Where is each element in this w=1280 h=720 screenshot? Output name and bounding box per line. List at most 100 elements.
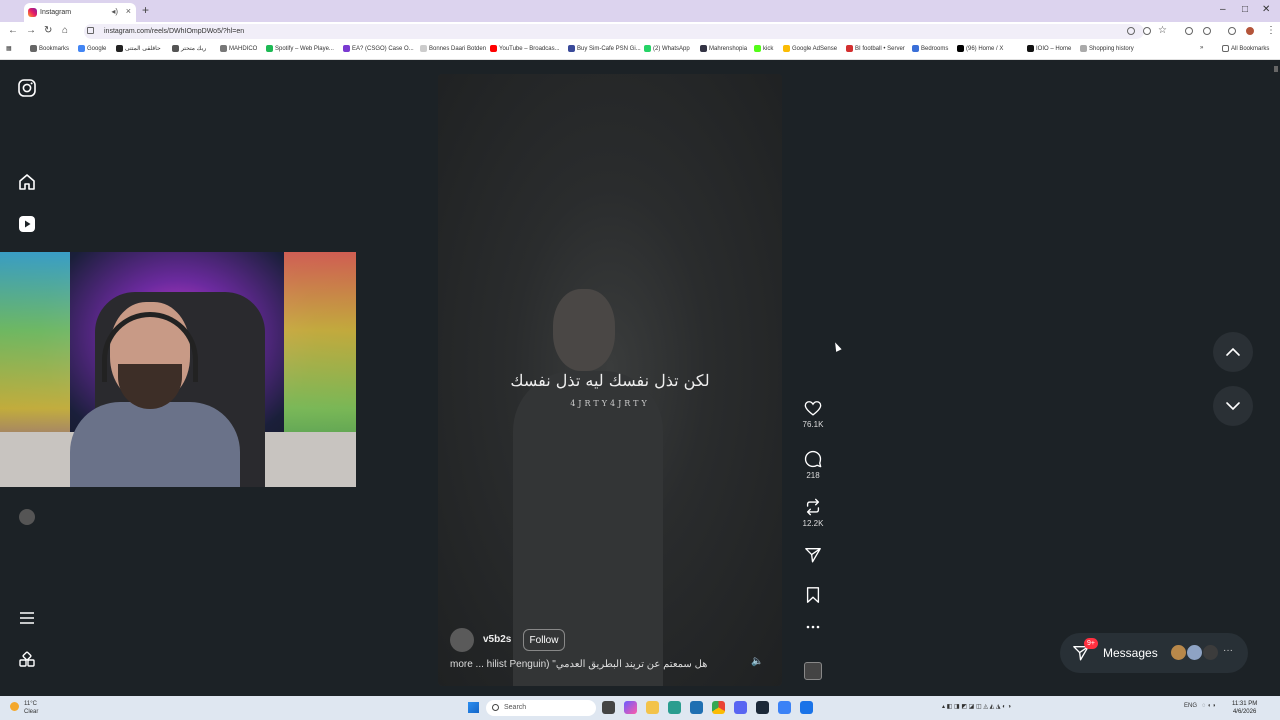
reel-author-username[interactable]: v5b2s xyxy=(483,634,511,645)
next-reel-button[interactable] xyxy=(1213,386,1253,426)
repost-count: 12.2K xyxy=(802,519,824,528)
share-icon[interactable] xyxy=(804,546,822,564)
site-info-icon[interactable] xyxy=(87,27,94,34)
all-bookmarks-button[interactable]: All Bookmarks xyxy=(1222,45,1269,52)
bookmark-icon[interactable] xyxy=(805,586,821,604)
weather-desc: Clear xyxy=(24,709,39,715)
app-icon[interactable] xyxy=(800,701,813,714)
bookmark-item[interactable]: Google AdSense xyxy=(783,45,837,52)
bookmark-star-icon[interactable]: ☆ xyxy=(1158,25,1167,36)
like-count: 76.1K xyxy=(802,420,824,429)
bookmark-item[interactable]: IOIO – Home xyxy=(1027,45,1071,52)
chrome-icon[interactable] xyxy=(712,701,725,714)
home-icon[interactable]: ⌂ xyxy=(62,25,68,36)
comment-count: 218 xyxy=(806,471,820,480)
sun-icon xyxy=(10,702,19,711)
heart-icon[interactable] xyxy=(804,400,822,417)
reel-description[interactable]: more ... hilist Penguin) "هل سمعتم عن تر… xyxy=(450,659,750,670)
maximize-button[interactable]: □ xyxy=(1242,4,1248,15)
bookmark-item[interactable]: Bookmarks xyxy=(30,45,69,52)
conversation-avatar xyxy=(1186,644,1203,661)
bookmark-item[interactable]: Buy Sim-Cafe PSN Gi... xyxy=(568,45,641,52)
language-indicator[interactable]: ENG xyxy=(1184,703,1197,709)
taskbar-clock[interactable]: 11:31 PM 4/6/2026 xyxy=(1232,700,1257,716)
more-menu-icon[interactable] xyxy=(17,608,37,628)
bookmark-item[interactable]: EA? (CSGO) Case O... xyxy=(343,45,414,52)
network-volume-icons[interactable]: ◌ ◖ ◗ xyxy=(1202,703,1216,709)
new-tab-button[interactable]: + xyxy=(142,3,149,17)
back-button[interactable]: ← xyxy=(8,25,18,36)
menu-icon[interactable]: ⋮ xyxy=(1266,25,1276,36)
bookmark-item[interactable]: Bedrooms xyxy=(912,45,948,52)
audio-icon[interactable] xyxy=(1185,27,1193,35)
profile-avatar[interactable] xyxy=(1246,27,1254,35)
clock-date: 4/6/2026 xyxy=(1232,709,1257,715)
sound-toggle-icon[interactable]: 🔈 xyxy=(751,656,763,667)
bookmarks-bar: ▦ Bookmarks Google حاقلقى المتتى ريك متح… xyxy=(0,41,1280,60)
chevron-down-icon xyxy=(1226,402,1240,411)
bookmarks-overflow-icon[interactable]: » xyxy=(1200,45,1203,51)
tray-icons[interactable]: ▴ ◧ ◨ ◩ ◪ ◫ ◬ ◭ ◮ ◐ ◑ xyxy=(942,703,1011,710)
follow-button[interactable]: Follow xyxy=(523,629,565,651)
taskbar-search[interactable]: Search xyxy=(486,700,596,716)
bookmark-item[interactable]: Shopping history xyxy=(1080,45,1134,52)
bookmark-item[interactable]: (96) Home / X xyxy=(957,45,1003,52)
file-explorer-icon[interactable] xyxy=(646,701,659,714)
edge-icon[interactable] xyxy=(668,701,681,714)
reel-author-avatar[interactable] xyxy=(450,628,474,652)
close-window-button[interactable]: ✕ xyxy=(1262,4,1270,15)
profile-avatar-icon[interactable] xyxy=(19,509,35,525)
apps-grid-icon[interactable]: ▦ xyxy=(6,45,12,52)
tab-audio-icon[interactable]: ◂) xyxy=(111,7,118,16)
weather-widget[interactable]: 11°C Clear xyxy=(10,700,38,716)
messages-label: Messages xyxy=(1103,646,1158,660)
repost-icon[interactable] xyxy=(804,498,822,516)
bookmark-item[interactable]: kick xyxy=(754,45,773,52)
browser-tab-instagram[interactable]: Instagram ◂) × xyxy=(24,3,136,22)
reload-button[interactable]: ↻ xyxy=(44,25,52,36)
bookmark-item[interactable]: Bonnes Daari Botden xyxy=(420,45,486,52)
windows-start-icon[interactable] xyxy=(468,702,479,713)
discord-icon[interactable] xyxy=(734,701,747,714)
bookmark-item[interactable]: ريك متحتر xyxy=(172,45,206,52)
bookmark-item[interactable]: BI football • Server xyxy=(846,45,905,52)
bookmark-item[interactable]: Mahrenshopia xyxy=(700,45,747,52)
bookmark-item[interactable]: (2) WhatsApp xyxy=(644,45,690,52)
messages-button[interactable]: 9+ Messages ··· xyxy=(1060,633,1248,673)
app-icon[interactable] xyxy=(778,701,791,714)
minimize-button[interactable]: – xyxy=(1220,4,1226,15)
reels-nav-icon[interactable] xyxy=(17,214,37,234)
more-conversations-icon: ··· xyxy=(1223,645,1233,656)
downloads-icon[interactable] xyxy=(1228,27,1236,35)
extensions-icon[interactable] xyxy=(1203,27,1211,35)
webcam-overlay xyxy=(0,252,356,487)
bookmark-item[interactable]: YouTube – Broadcas... xyxy=(490,45,560,52)
bookmark-item[interactable]: MAHDICO xyxy=(220,45,257,52)
forward-button[interactable]: → xyxy=(26,25,36,36)
url-bar[interactable]: instagram.com/reels/DWhIOmpDWo5/?hl=en xyxy=(84,24,1144,39)
task-view-icon[interactable] xyxy=(602,701,615,714)
reel-overlay-subcaption: 4JRTY4JRTY xyxy=(570,399,650,408)
bookmark-item[interactable]: Google xyxy=(78,45,106,52)
previous-reel-button[interactable] xyxy=(1213,332,1253,372)
reel-video[interactable]: لكن تذل نفسك ليه تذل نفسك 4JRTY4JRTY v5b… xyxy=(438,74,782,686)
page-scrollbar[interactable] xyxy=(1272,60,1280,696)
instagram-logo-icon[interactable] xyxy=(17,78,37,98)
tab-close-icon[interactable]: × xyxy=(126,6,131,16)
save-action xyxy=(796,586,830,604)
share-action xyxy=(796,546,830,564)
copilot-icon[interactable] xyxy=(624,701,637,714)
install-icon[interactable] xyxy=(1127,27,1135,35)
home-nav-icon[interactable] xyxy=(17,172,37,192)
bookmark-item[interactable]: Spotify – Web Playe... xyxy=(266,45,334,52)
conversation-avatar xyxy=(1202,644,1219,661)
audio-thumbnail[interactable] xyxy=(804,662,822,680)
comment-action: 218 xyxy=(796,450,830,480)
more-options-icon[interactable] xyxy=(805,622,821,632)
zoom-icon[interactable] xyxy=(1143,27,1151,35)
bookmark-item[interactable]: حاقلقى المتتى xyxy=(116,45,161,52)
store-icon[interactable] xyxy=(690,701,703,714)
comment-icon[interactable] xyxy=(804,450,822,468)
steam-icon[interactable] xyxy=(756,701,769,714)
also-from-meta-icon[interactable] xyxy=(17,650,37,670)
